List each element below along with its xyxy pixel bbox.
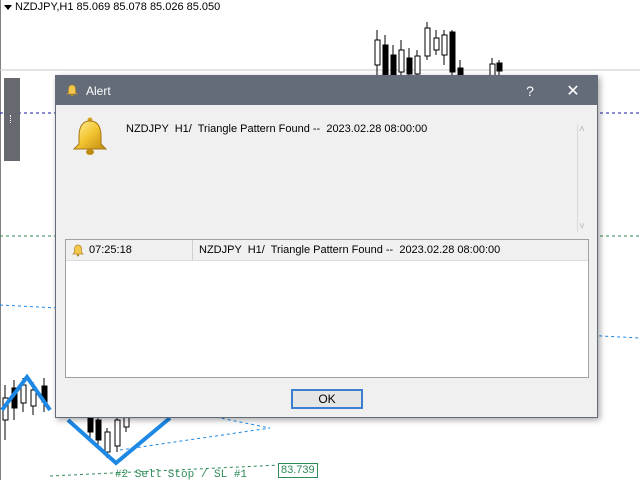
alert-log-list[interactable]: 07:25:18 NZDJPY H1/ Triangle Pattern Fou… xyxy=(65,239,589,378)
scroll-up-icon[interactable]: ˄ xyxy=(579,124,585,135)
dialog-title: Alert xyxy=(86,83,111,98)
dropdown-triangle-icon[interactable] xyxy=(4,5,12,10)
alert-message: NZDJPY H1/ Triangle Pattern Found -- 202… xyxy=(126,123,428,135)
bell-icon xyxy=(66,84,78,97)
log-message: NZDJPY H1/ Triangle Pattern Found -- 202… xyxy=(199,244,501,256)
log-time-cell: 07:25:18 xyxy=(66,240,193,260)
message-scrollbar[interactable]: ˄ ˅ xyxy=(577,124,592,232)
close-button[interactable]: ✕ xyxy=(558,76,588,105)
scroll-down-icon[interactable]: ˅ xyxy=(579,221,585,232)
list-item[interactable]: 07:25:18 NZDJPY H1/ Triangle Pattern Fou… xyxy=(66,240,588,261)
symbol-info-bar: NZDJPY,H1 85.069 85.078 85.026 85.050 xyxy=(4,0,220,14)
ok-button[interactable]: OK xyxy=(291,389,363,409)
help-button[interactable]: ? xyxy=(515,76,545,105)
sell-stop-label: #2 Sell Stop / SL #1 xyxy=(115,469,248,481)
bell-icon xyxy=(72,117,108,155)
side-panel-handle[interactable] xyxy=(4,78,20,161)
alert-dialog: Alert ? ✕ NZDJPY H1/ Triangle Pattern Fo… xyxy=(55,75,598,418)
message-area: NZDJPY H1/ Triangle Pattern Found -- 202… xyxy=(66,116,586,232)
dialog-titlebar[interactable]: Alert ? ✕ xyxy=(56,76,597,105)
price-level-label: 83.739 xyxy=(278,463,318,478)
log-time: 07:25:18 xyxy=(89,244,132,256)
drag-dots-icon xyxy=(10,115,14,123)
bell-icon xyxy=(72,244,84,256)
symbol-info-text: NZDJPY,H1 85.069 85.078 85.026 85.050 xyxy=(15,1,221,13)
